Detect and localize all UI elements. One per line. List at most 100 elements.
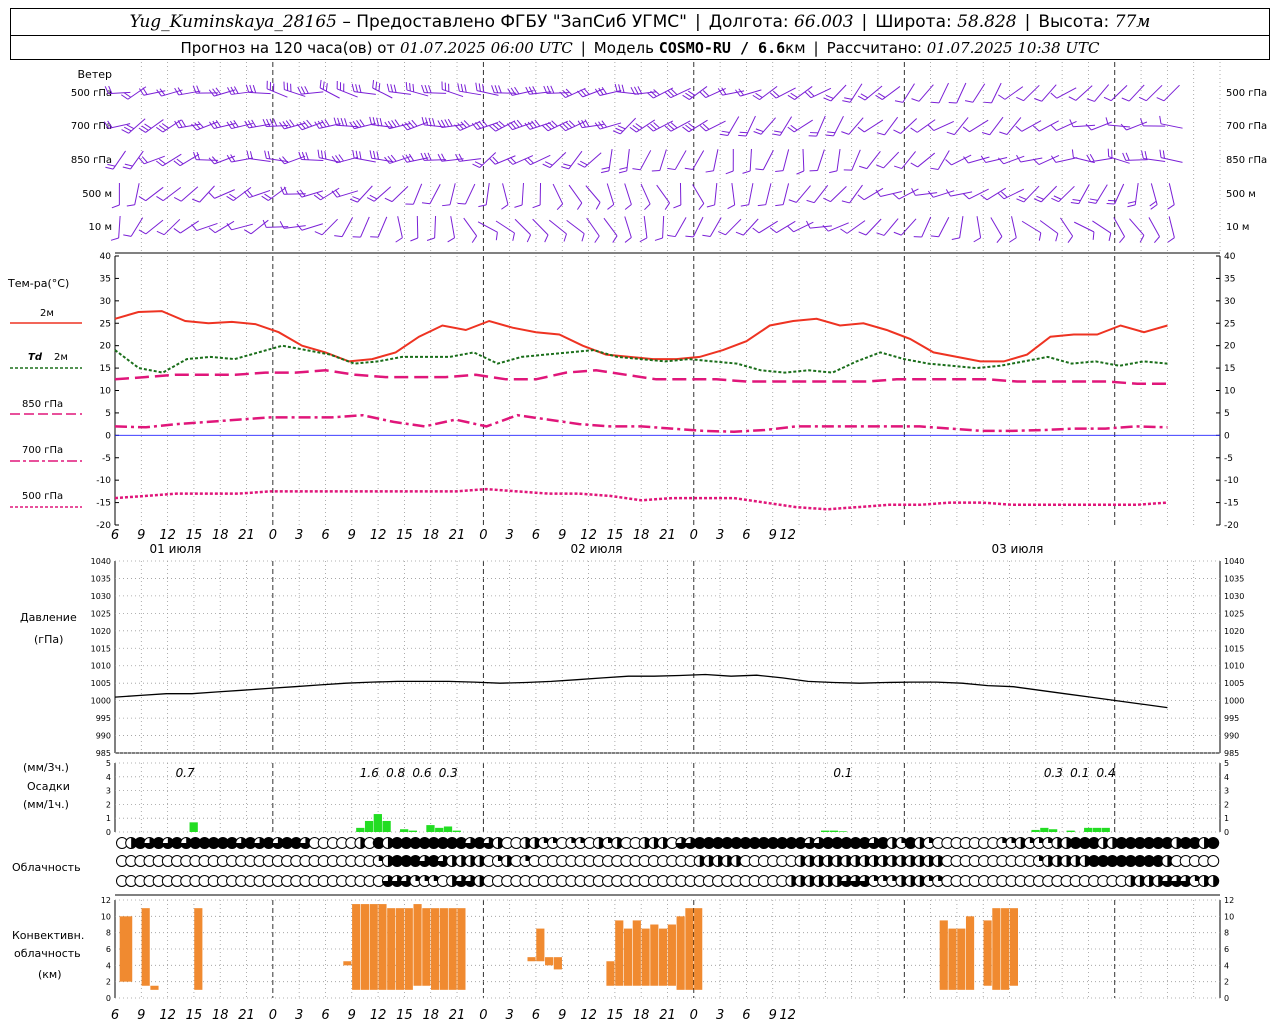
wind-barb — [577, 152, 602, 168]
cloud-symbol-ring — [1207, 855, 1220, 867]
wind-barb-staff — [918, 84, 934, 102]
wind-barb-staff — [341, 217, 354, 237]
wind-barb-feather — [1009, 237, 1017, 243]
wind-barb — [640, 183, 651, 211]
time-tick-label-bottom: 0 — [479, 1008, 487, 1023]
wind-barb-feather — [532, 86, 537, 94]
wind-barb-staff — [134, 183, 140, 205]
conv-cloud-bar — [659, 928, 668, 986]
wind-barb-feather — [138, 196, 146, 202]
wind-barb — [455, 153, 482, 162]
wind-barb-feather — [1106, 203, 1115, 205]
temp-tick-label-right: 20 — [1224, 342, 1236, 352]
wind-barb-feather — [384, 197, 393, 203]
wind-barb-staff — [972, 83, 986, 103]
wind-barb-feather — [721, 130, 730, 133]
wind-barb-staff — [180, 186, 199, 202]
wind-barb-feather — [601, 120, 608, 128]
temp-tick-label-right: 10 — [1224, 387, 1236, 397]
pressure-tick-label-right: 995 — [1224, 714, 1239, 723]
wind-barb-feather — [472, 163, 480, 168]
conv-tick-label: 4 — [106, 961, 111, 970]
wind-barb-staff — [865, 218, 882, 236]
time-tick-label: 0 — [690, 528, 698, 543]
wind-barb-staff — [884, 116, 899, 136]
wind-barb-feather — [612, 130, 621, 135]
wind-barb-staff — [118, 215, 121, 239]
wind-barb-staff — [449, 183, 456, 205]
wind-barb-feather — [973, 237, 981, 243]
wind-barb-feather — [243, 229, 252, 235]
conv-tick-label: 6 — [106, 945, 111, 954]
wind-barb-feather — [752, 94, 760, 101]
time-tick-label-bottom: 3 — [506, 1008, 514, 1023]
wind-barb — [478, 183, 490, 208]
wind-barb-feather — [304, 86, 309, 94]
pressure-unit: (гПа) — [34, 633, 63, 646]
wind-barb-staff — [1011, 216, 1017, 238]
wind-barb-feather — [369, 116, 373, 125]
cloud-title: Облачность — [12, 861, 81, 874]
wind-barb-feather — [1087, 201, 1096, 204]
wind-barb-feather — [285, 120, 292, 128]
temp-tick-label-right: 30 — [1224, 297, 1236, 307]
wind-barb-staff — [921, 216, 932, 238]
wind-barb-feather — [607, 204, 615, 210]
wind-level-label-right: 10 м — [1226, 222, 1249, 233]
wind-barb-feather — [424, 84, 429, 93]
wind-barb-feather — [359, 151, 362, 160]
wind-barb — [296, 223, 323, 231]
wind-barb — [372, 79, 393, 99]
wind-barb — [548, 219, 567, 242]
wind-barb-staff — [956, 82, 967, 104]
wind-barb-feather — [635, 123, 643, 129]
wind-barb-feather — [790, 92, 798, 98]
wind-barb-feather — [245, 84, 250, 93]
wind-barb-feather — [842, 100, 851, 103]
wind-barb — [753, 117, 776, 135]
temp-tick-label-right: 25 — [1224, 319, 1235, 329]
wind-barb-feather — [340, 117, 344, 126]
wind-level-label-right: 700 гПа — [1226, 121, 1267, 132]
wind-barb — [1009, 216, 1017, 243]
wind-barb-staff — [606, 183, 615, 205]
wind-barb — [705, 149, 719, 173]
time-tick-label-bottom: 6 — [532, 1008, 540, 1023]
wind-barb-staff — [301, 223, 323, 231]
precip-bar — [400, 829, 409, 832]
wind-barb-staff — [1056, 87, 1077, 99]
pressure-tick-label-right: 1010 — [1224, 662, 1244, 671]
wind-barb-feather — [482, 84, 485, 93]
wind-barb-feather — [349, 198, 358, 203]
time-tick-label: 12 — [580, 528, 597, 543]
conv-cloud-bar — [369, 904, 378, 990]
conv-cloud-bar — [632, 920, 641, 986]
wind-barb-feather — [331, 190, 338, 198]
wind-barb — [769, 87, 796, 99]
wind-barb-feather — [494, 85, 499, 94]
conv-tick-label: 0 — [106, 994, 111, 1003]
wind-barb-staff — [883, 151, 900, 169]
wind-barb-feather — [121, 94, 129, 100]
time-tick-label: 6 — [111, 528, 119, 543]
wind-barb-feather — [464, 84, 467, 93]
temp-tick-label: -20 — [96, 521, 111, 531]
conv-tick-label: 2 — [106, 978, 111, 987]
conv-cloud-bar — [194, 908, 203, 990]
wind-barb — [809, 149, 825, 172]
wind-barb-feather — [840, 228, 848, 234]
wind-barb-feather — [962, 126, 970, 133]
wind-barb-feather — [123, 126, 132, 132]
precip-bar — [443, 826, 453, 832]
temp-tick-label: 20 — [100, 342, 112, 352]
time-tick-label: 21 — [659, 528, 676, 543]
wind-barb-staff — [214, 189, 235, 199]
wind-barb-feather — [702, 234, 711, 238]
wind-barb-feather — [313, 194, 321, 201]
wind-barb — [279, 221, 306, 229]
wind-barb-feather — [823, 97, 832, 102]
wind-barb-feather — [621, 84, 625, 93]
wind-barb-feather — [755, 92, 763, 98]
wind-barb-feather — [1103, 96, 1112, 102]
wind-barb — [775, 183, 790, 207]
